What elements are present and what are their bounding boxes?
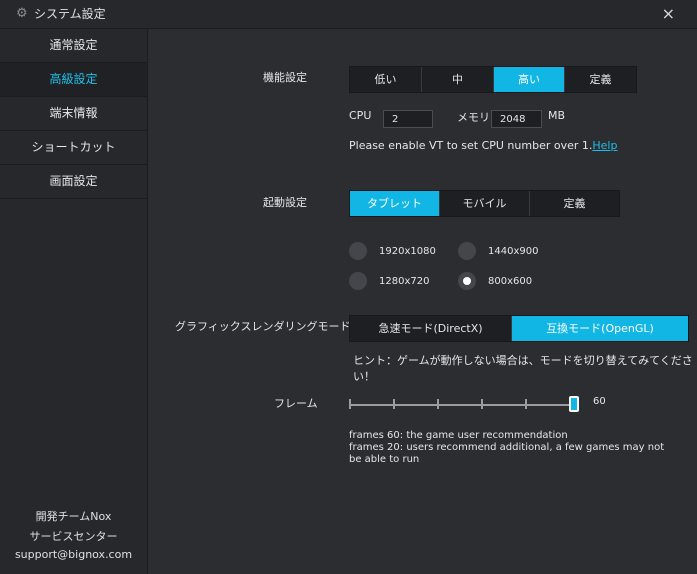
frame-slider-track[interactable] [350, 404, 575, 406]
performance-custom-button[interactable]: 定義 [565, 67, 636, 92]
gear-icon: ⚙ [16, 6, 28, 21]
resolution-label: 800x600 [488, 275, 533, 287]
sidebar-item-advanced[interactable]: 高級設定 [0, 63, 147, 97]
radio-indicator-selected [458, 272, 476, 290]
resolution-1920x1080-radio[interactable]: 1920x1080 [349, 242, 436, 260]
slider-tick [525, 399, 527, 409]
help-link[interactable]: Help [592, 139, 617, 152]
graphics-directx-button[interactable]: 急速モード(DirectX) [350, 316, 512, 341]
cpu-label: CPU [349, 109, 372, 122]
sidebar-item-display[interactable]: 画面設定 [0, 165, 147, 199]
frames-label: フレーム [274, 397, 318, 410]
startup-custom-button[interactable]: 定義 [530, 191, 619, 216]
footer-team: 開発チームNox [35, 510, 112, 523]
graphics-label: グラフィックスレンダリングモード [175, 320, 351, 333]
memory-field[interactable]: 2048 [491, 110, 542, 128]
graphics-segment: 急速モード(DirectX) 互換モード(OpenGL) [349, 315, 689, 342]
radio-indicator [458, 242, 476, 260]
vt-hint: Please enable VT to set CPU number over … [349, 139, 617, 152]
graphics-hint: ヒント：ゲームが動作しない場合は、モードを切り替えてみてください！ [353, 354, 693, 383]
sidebar-item-general[interactable]: 通常設定 [0, 29, 147, 63]
memory-unit: MB [548, 109, 566, 122]
resolution-label: 1440x900 [488, 245, 539, 257]
vt-hint-text: Please enable VT to set CPU number over … [349, 139, 593, 152]
slider-tick [481, 399, 483, 409]
graphics-opengl-button[interactable]: 互換モード(OpenGL) [512, 316, 688, 341]
slider-tick [393, 399, 395, 409]
frame-slider-thumb[interactable] [569, 396, 579, 412]
radio-indicator [349, 272, 367, 290]
frames-note-20: frames 20: users recommend additional, a… [349, 442, 665, 465]
footer-email[interactable]: support@bignox.com [0, 548, 147, 561]
slider-tick [349, 399, 351, 409]
performance-low-button[interactable]: 低い [350, 67, 422, 92]
memory-label: メモリ [457, 111, 490, 124]
resolution-label: 1280x720 [379, 275, 430, 287]
frames-note-60: frames 60: the game user recommendation [349, 430, 568, 441]
resolution-1440x900-radio[interactable]: 1440x900 [458, 242, 538, 260]
footer-service-center[interactable]: サービスセンター [0, 528, 147, 544]
performance-high-button[interactable]: 高い [494, 67, 565, 92]
radio-indicator [349, 242, 367, 260]
startup-mobile-button[interactable]: モバイル [440, 191, 530, 216]
cpu-field[interactable]: 2 [383, 110, 433, 128]
performance-medium-button[interactable]: 中 [422, 67, 494, 92]
window-title: システム設定 [34, 7, 106, 21]
sidebar-item-device-info[interactable]: 端末情報 [0, 97, 147, 131]
resolution-1280x720-radio[interactable]: 1280x720 [349, 272, 429, 290]
startup-segment: タブレット モバイル 定義 [349, 190, 620, 217]
resolution-label: 1920x1080 [379, 245, 436, 257]
title-bar: ⚙ システム設定 × [0, 0, 697, 29]
performance-label: 機能設定 [263, 71, 307, 84]
sidebar-item-shortcuts[interactable]: ショートカット [0, 131, 147, 165]
frames-value: 60 [593, 396, 606, 407]
performance-segment: 低い 中 高い 定義 [349, 66, 637, 93]
slider-tick [437, 399, 439, 409]
sidebar: 通常設定 高級設定 端末情報 ショートカット 画面設定 開発チームNox サービ… [0, 29, 148, 574]
startup-tablet-button[interactable]: タブレット [350, 191, 440, 216]
close-button[interactable]: × [662, 4, 675, 23]
resolution-800x600-radio[interactable]: 800x600 [458, 272, 532, 290]
startup-label: 起動設定 [263, 196, 307, 209]
